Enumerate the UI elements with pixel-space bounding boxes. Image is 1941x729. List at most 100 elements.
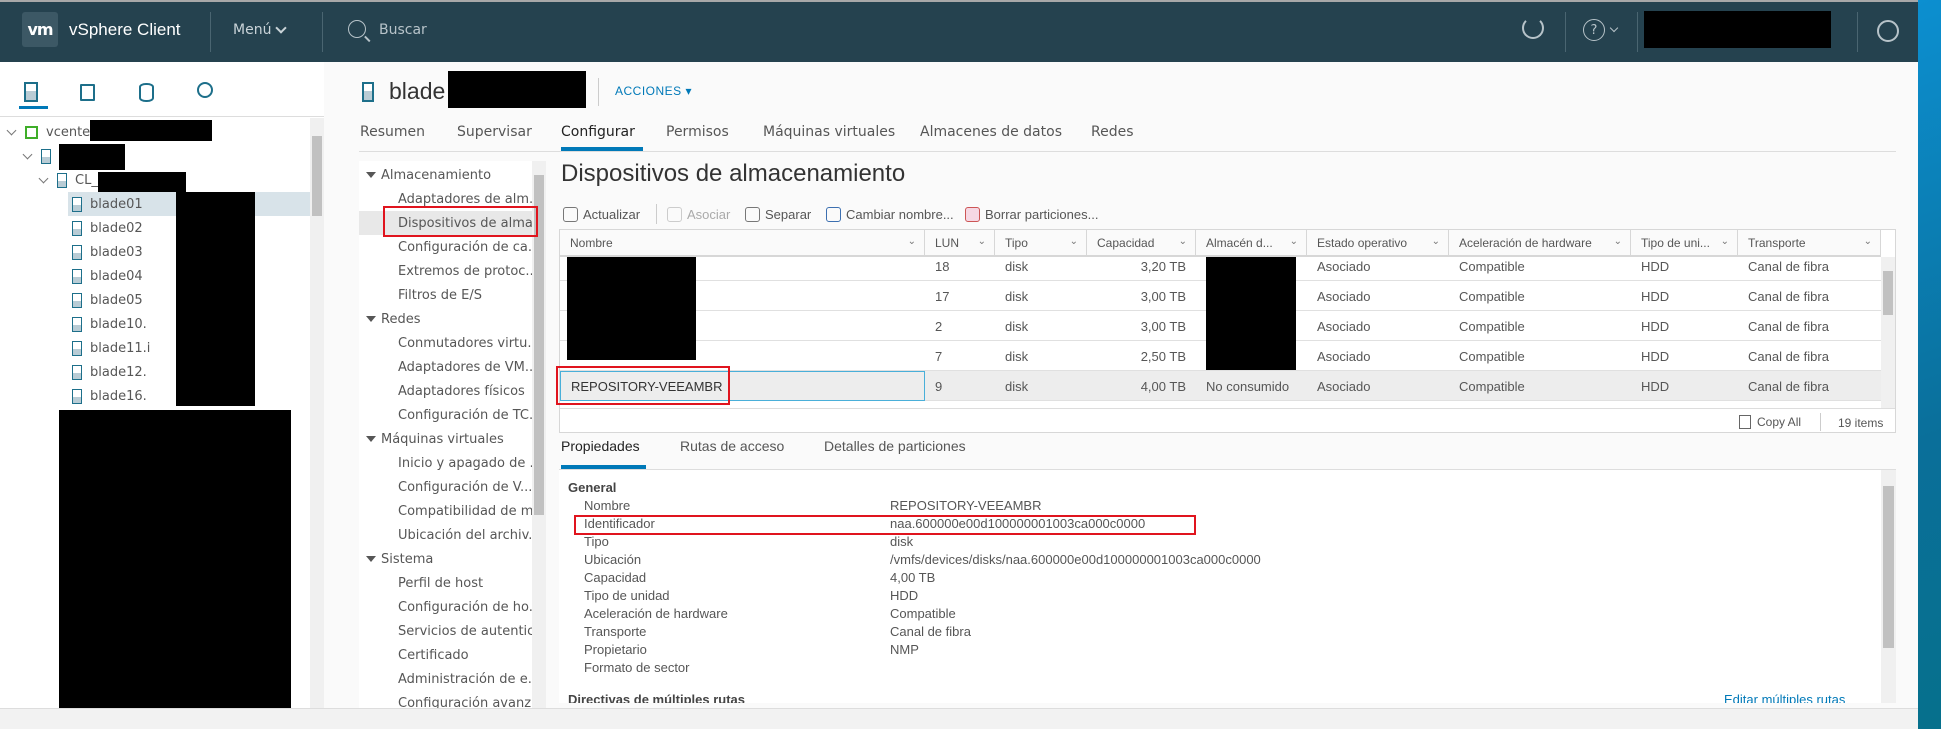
nav-item[interactable]: Administración de e...: [359, 667, 532, 691]
nav-item[interactable]: Configuración de TC...: [359, 403, 532, 427]
chevron-down-icon[interactable]: ⌄: [1290, 236, 1298, 247]
feedback-smiley-icon[interactable]: [1877, 20, 1899, 42]
chevron-down-icon[interactable]: ⌄: [1070, 236, 1078, 247]
detail-tab-2[interactable]: Detalles de particiones: [824, 438, 966, 454]
networking-tab-icon[interactable]: [197, 82, 213, 98]
cell-tipo: disk: [1005, 288, 1029, 304]
property-value: HDD: [890, 588, 919, 603]
nav-item[interactable]: Compatibilidad de m...: [359, 499, 532, 523]
rename-button[interactable]: Cambiar nombre...: [826, 204, 954, 224]
status-bar: [0, 708, 1918, 729]
chevron-down-icon[interactable]: ⌄: [908, 236, 916, 247]
search-input[interactable]: Buscar: [346, 16, 546, 48]
properties-scrollbar[interactable]: [1881, 470, 1896, 703]
column-header[interactable]: Almacén d... ⌄: [1196, 230, 1307, 257]
nav-item[interactable]: Filtros de E/S: [359, 283, 532, 307]
nav-item[interactable]: Inicio y apagado de ...: [359, 451, 532, 475]
table-scrollbar[interactable]: [1881, 257, 1895, 409]
hosts-clusters-tab-icon[interactable]: [24, 82, 38, 102]
tree-item[interactable]: blade04: [0, 264, 310, 288]
nav-label: Administración de e...: [398, 671, 532, 687]
nav-scrollbar[interactable]: [532, 161, 546, 708]
actions-menu[interactable]: ACCIONES ▾: [615, 84, 692, 98]
chevron-down-icon[interactable]: ⌄: [1864, 236, 1872, 247]
host-icon: [72, 268, 82, 284]
nav-item[interactable]: Configuración de V...: [359, 475, 532, 499]
tab-0[interactable]: Resumen: [360, 124, 425, 140]
chevron-down-icon[interactable]: [6, 125, 17, 135]
chevron-down-icon[interactable]: [38, 173, 49, 183]
table-row[interactable]: REPOSITORY-VEEAMBR 9 disk 4,00 TB No consumi…: [560, 371, 1881, 401]
erase-partitions-button[interactable]: Borrar particiones...: [965, 204, 1098, 224]
nav-item[interactable]: Adaptadores físicos: [359, 379, 532, 403]
nav-item[interactable]: Perfil de host: [359, 571, 532, 595]
nav-item[interactable]: Extremos de protoc...: [359, 259, 532, 283]
tab-3[interactable]: Permisos: [666, 124, 729, 140]
edit-multipath-link[interactable]: Editar múltiples rutas: [1724, 692, 1845, 703]
nav-item[interactable]: Configuración avanz...: [359, 691, 532, 709]
nav-item[interactable]: Ubicación del archiv...: [359, 523, 532, 547]
chevron-down-icon[interactable]: ⌄: [978, 236, 986, 247]
column-header[interactable]: Nombre ⌄: [560, 230, 925, 257]
host-icon: [72, 244, 82, 260]
refresh-icon[interactable]: [1522, 17, 1544, 39]
cell-acel: Compatible: [1459, 258, 1525, 274]
search-icon: [348, 20, 366, 38]
nav-group-header[interactable]: Almacenamiento: [359, 163, 532, 187]
tab-1[interactable]: Supervisar: [457, 124, 532, 140]
refresh-button[interactable]: Actualizar: [563, 204, 640, 224]
column-header[interactable]: Estado operativo ⌄: [1307, 230, 1449, 257]
help-button[interactable]: ?: [1583, 19, 1619, 41]
column-header[interactable]: Aceleración de hardware ⌄: [1449, 230, 1631, 257]
nav-item[interactable]: Certificado: [359, 643, 532, 667]
column-header[interactable]: Tipo de uni... ⌄: [1631, 230, 1738, 257]
tree-item[interactable]: blade02: [0, 216, 310, 240]
nav-item[interactable]: Adaptadores de VM...: [359, 355, 532, 379]
tree-scrollbar[interactable]: [310, 118, 324, 716]
chevron-down-icon[interactable]: ⌄: [1614, 236, 1622, 247]
tab-4[interactable]: Máquinas virtuales: [763, 124, 895, 140]
detail-tab-0[interactable]: Propiedades: [561, 438, 640, 454]
item-count: 19 items: [1838, 416, 1884, 430]
cell-cap: 2,50 TB: [1140, 348, 1186, 364]
tab-2[interactable]: Configurar: [561, 124, 635, 140]
detail-tab-1[interactable]: Rutas de acceso: [680, 438, 784, 454]
tab-6[interactable]: Redes: [1091, 124, 1134, 140]
tree-item[interactable]: blade12.: [0, 360, 310, 384]
column-header[interactable]: Transporte ⌄: [1738, 230, 1881, 257]
nav-group-header[interactable]: Máquinas virtuales: [359, 427, 532, 451]
chevron-down-icon[interactable]: ⌄: [1721, 236, 1729, 247]
nav-item[interactable]: Servicios de autentic...: [359, 619, 532, 643]
column-header[interactable]: Tipo ⌄: [995, 230, 1087, 257]
tree-item[interactable]: blade10.: [0, 312, 310, 336]
tree-item[interactable]: blade16.: [0, 384, 310, 408]
tree-item[interactable]: DC_LAB: [0, 144, 310, 168]
storage-tab-icon[interactable]: [139, 83, 154, 102]
menu-button[interactable]: Menú: [233, 22, 288, 38]
tab-5[interactable]: Almacenes de datos: [920, 124, 1062, 140]
property-label: Nombre: [584, 498, 631, 513]
nav-item[interactable]: Configuración de ca...: [359, 235, 532, 259]
nav-label: Adaptadores de alm...: [398, 191, 532, 207]
tree-item[interactable]: blade05: [0, 288, 310, 312]
nav-group-header[interactable]: Sistema: [359, 547, 532, 571]
nav-group-header[interactable]: Redes: [359, 307, 532, 331]
nav-item[interactable]: Configuración de ho...: [359, 595, 532, 619]
column-header[interactable]: LUN ⌄: [925, 230, 995, 257]
chevron-down-icon[interactable]: ⌄: [1432, 236, 1440, 247]
detach-button[interactable]: Separar: [745, 204, 811, 224]
highlight-box: [383, 206, 538, 237]
nav-item[interactable]: Conmutadores virtu...: [359, 331, 532, 355]
property-value: disk: [890, 534, 914, 549]
section-multipath: Directivas de múltiples rutas: [568, 692, 746, 703]
chevron-down-icon[interactable]: ⌄: [1179, 236, 1187, 247]
attach-button[interactable]: Asociar: [667, 204, 730, 224]
tree-item[interactable]: blade03: [0, 240, 310, 264]
vms-templates-tab-icon[interactable]: [80, 84, 95, 101]
column-header[interactable]: Capacidad ⌄: [1087, 230, 1196, 257]
host-icon: [72, 316, 82, 332]
cell-acel: Compatible: [1459, 348, 1525, 364]
copy-all-button[interactable]: Copy All: [1739, 415, 1801, 429]
tree-item[interactable]: blade11.i: [0, 336, 310, 360]
chevron-down-icon[interactable]: [22, 149, 33, 159]
